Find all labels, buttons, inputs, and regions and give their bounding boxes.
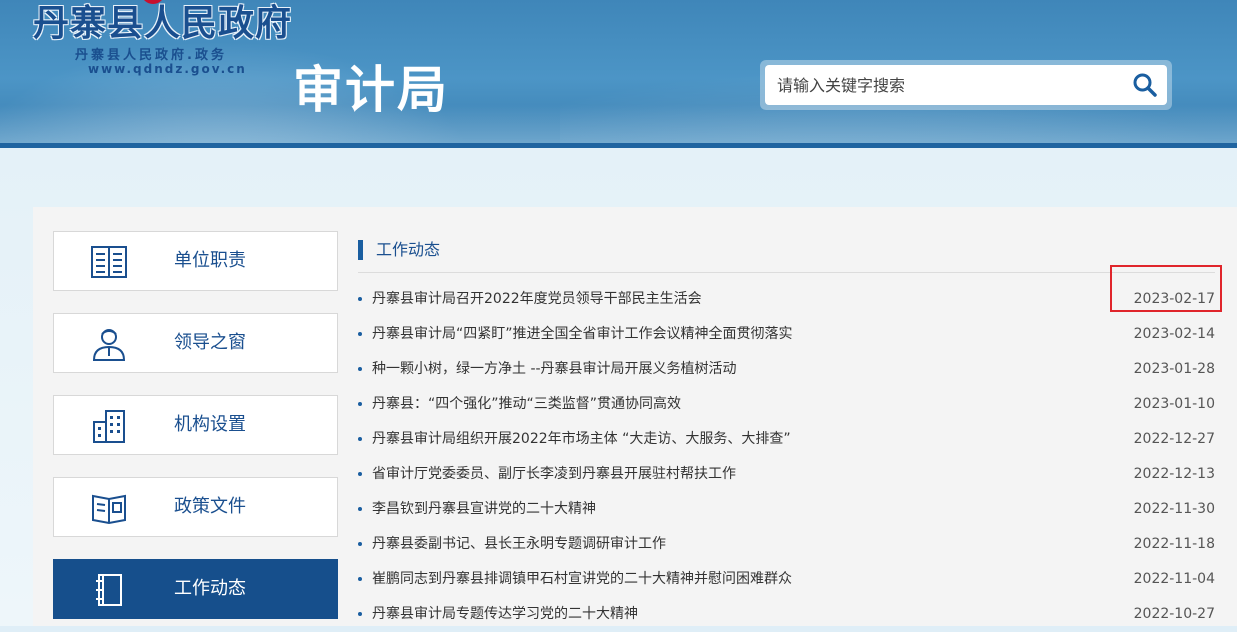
list-item: 丹寨县审计局专题传达学习党的二十大精神 2022-10-27 (358, 597, 1215, 632)
news-link[interactable]: 丹寨县审计局“四紧盯”推进全国全省审计工作会议精神全面贯彻落实 (372, 317, 793, 352)
bullet-icon (358, 367, 362, 371)
news-link[interactable]: 丹寨县审计局组织开展2022年市场主体 “大走访、大服务、大排查” (372, 422, 791, 457)
news-link[interactable]: 丹寨县委副书记、县长王永明专题调研审计工作 (372, 527, 666, 562)
person-icon (92, 329, 126, 361)
section-title: 工作动态 (376, 240, 441, 259)
list-item: 丹寨县审计局召开2022年度党员领导干部民主生活会 2023-02-17 (358, 282, 1215, 317)
building-icon (93, 410, 125, 443)
bullet-icon (358, 332, 362, 336)
notebook-icon (96, 574, 122, 606)
sidebar-item-label: 单位职责 (174, 250, 246, 271)
sidebar-item-label: 领导之窗 (174, 332, 246, 353)
bullet-icon (358, 297, 362, 301)
document-list-icon (91, 246, 127, 278)
news-link[interactable]: 丹寨县审计局专题传达学习党的二十大精神 (372, 597, 638, 632)
sidebar-item-policy-documents[interactable]: 政策文件 (53, 477, 338, 537)
search-input[interactable] (765, 65, 1167, 105)
bullet-icon (358, 577, 362, 581)
news-date: 2023-01-28 (1133, 361, 1215, 377)
news-link[interactable]: 种一颗小树，绿一方净土 --丹寨县审计局开展义务植树活动 (372, 352, 737, 387)
news-link[interactable]: 崔鹏同志到丹寨县排调镇甲石村宣讲党的二十大精神并慰问困难群众 (372, 562, 792, 597)
list-item: 省审计厅党委委员、副厅长李凌到丹寨县开展驻村帮扶工作 2022-12-13 (358, 457, 1215, 492)
news-date: 2022-11-30 (1133, 501, 1215, 517)
search-box (760, 60, 1172, 110)
bullet-icon (358, 472, 362, 476)
site-header: 丹寨县人民政府 丹寨县人民政府.政务 www.qdndz.gov.cn 审计局 (0, 0, 1237, 143)
bullet-icon (358, 612, 362, 616)
site-logo-subtitle: 丹寨县人民政府.政务 (75, 48, 227, 63)
list-item: 丹寨县：“四个强化”推动“三类监督”贯通协同高效 2023-01-10 (358, 387, 1215, 422)
bullet-icon (358, 507, 362, 511)
page-title: 审计局 (293, 61, 449, 119)
list-item: 崔鹏同志到丹寨县排调镇甲石村宣讲党的二十大精神并慰问困难群众 2022-11-0… (358, 562, 1215, 597)
sidebar-item-leadership[interactable]: 领导之窗 (53, 313, 338, 373)
bullet-icon (358, 542, 362, 546)
news-link[interactable]: 丹寨县：“四个强化”推动“三类监督”贯通协同高效 (372, 387, 681, 422)
list-item: 丹寨县审计局组织开展2022年市场主体 “大走访、大服务、大排查” 2022-1… (358, 422, 1215, 457)
news-date: 2023-01-10 (1133, 396, 1215, 412)
search-button[interactable] (1130, 70, 1160, 100)
bullet-icon (358, 402, 362, 406)
news-list: 丹寨县审计局召开2022年度党员领导干部民主生活会 2023-02-17 丹寨县… (358, 282, 1215, 632)
news-date: 2022-10-27 (1133, 606, 1215, 622)
site-logo-title[interactable]: 丹寨县人民政府 (33, 2, 292, 46)
sidebar-item-work-news[interactable]: 工作动态 (53, 559, 338, 619)
list-item: 丹寨县审计局“四紧盯”推进全国全省审计工作会议精神全面贯彻落实 2023-02-… (358, 317, 1215, 352)
list-item: 种一颗小树，绿一方净土 --丹寨县审计局开展义务植树活动 2023-01-28 (358, 352, 1215, 387)
list-item: 丹寨县委副书记、县长王永明专题调研审计工作 2022-11-18 (358, 527, 1215, 562)
list-item: 李昌钦到丹寨县宣讲党的二十大精神 2022-11-30 (358, 492, 1215, 527)
open-book-icon (92, 494, 126, 525)
sidebar-item-label: 政策文件 (174, 496, 246, 517)
news-date: 2022-12-13 (1133, 466, 1215, 482)
highlight-annotation-box (1110, 265, 1222, 312)
header-cloud-decoration (0, 105, 1237, 143)
news-date: 2022-11-18 (1133, 536, 1215, 552)
news-date: 2022-11-04 (1133, 571, 1215, 587)
news-date: 2022-12-27 (1133, 431, 1215, 447)
sidebar-item-organization[interactable]: 机构设置 (53, 395, 338, 455)
news-link[interactable]: 省审计厅党委委员、副厅长李凌到丹寨县开展驻村帮扶工作 (372, 457, 736, 492)
sidebar-item-unit-duties[interactable]: 单位职责 (53, 231, 338, 291)
search-icon (1133, 73, 1157, 97)
news-link[interactable]: 李昌钦到丹寨县宣讲党的二十大精神 (372, 492, 596, 527)
section-header: 工作动态 (358, 238, 1215, 273)
sidebar-item-label: 工作动态 (174, 578, 246, 599)
sidebar-item-label: 机构设置 (174, 414, 246, 435)
site-logo-url: www.qdndz.gov.cn (88, 62, 247, 76)
bullet-icon (358, 437, 362, 441)
section-marker (358, 240, 363, 260)
news-link[interactable]: 丹寨县审计局召开2022年度党员领导干部民主生活会 (372, 282, 702, 317)
news-date: 2023-02-14 (1133, 326, 1215, 342)
